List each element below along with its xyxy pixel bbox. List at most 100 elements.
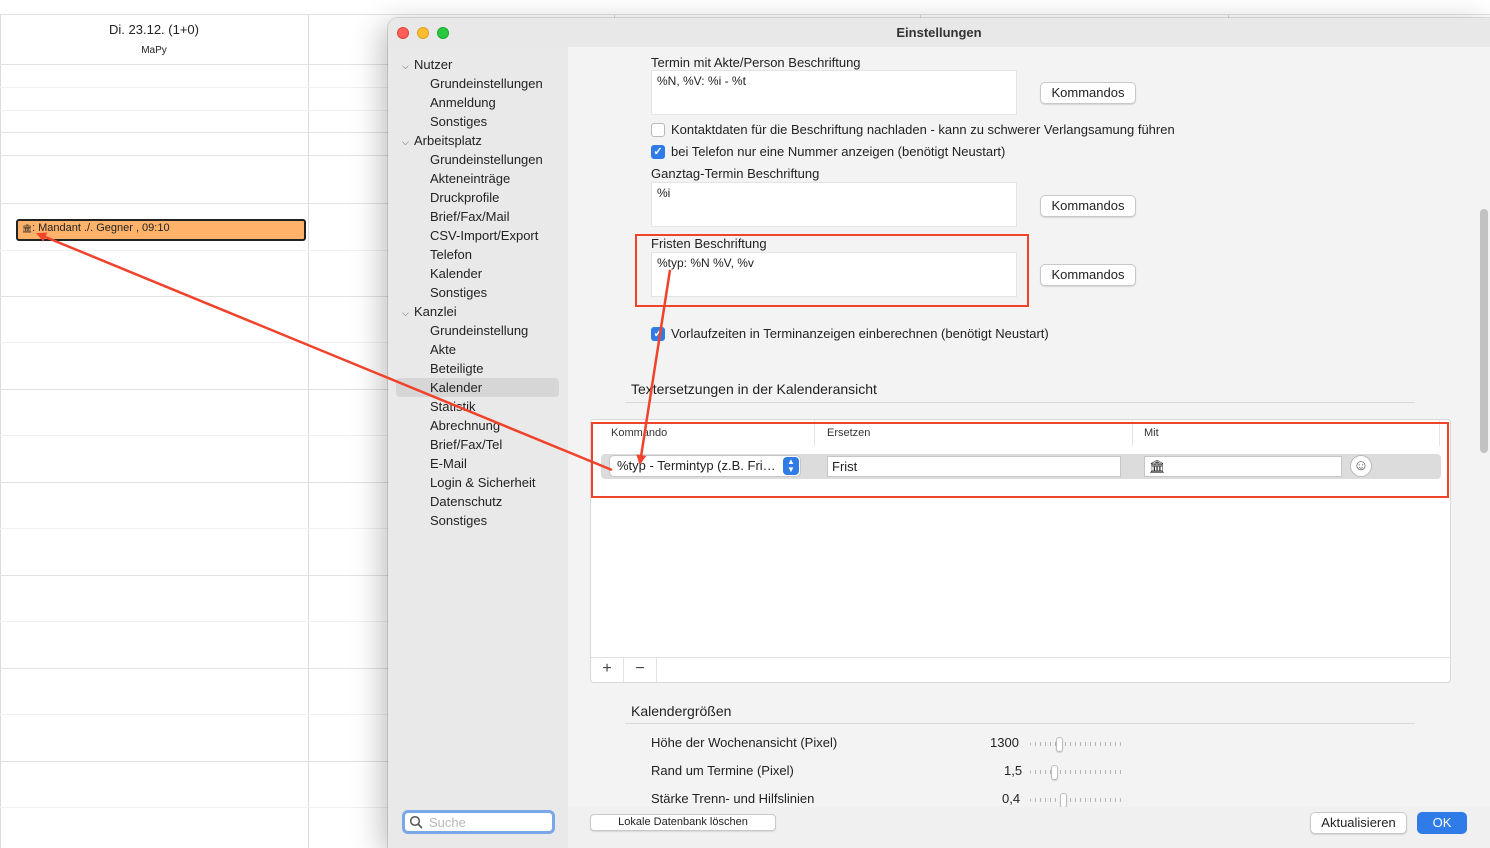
sidebar-item-arbeitsplatz-sonstiges[interactable]: Sonstiges <box>388 283 568 302</box>
sidebar-item-nutzer-grundeinstellungen[interactable]: Grundeinstellungen <box>388 74 568 93</box>
sidebar-item-kanzlei-kalender[interactable]: Kalender <box>396 378 559 397</box>
window-title: Einstellungen <box>896 25 982 40</box>
vorlauf-checkbox[interactable]: ✓ <box>651 327 665 341</box>
sidebar-item-login-sicherheit[interactable]: Login & Sicherheit <box>388 473 568 492</box>
sidebar-item-statistik[interactable]: Statistik <box>388 397 568 416</box>
calendar-hour-line <box>0 714 390 715</box>
calendar-hour-line <box>0 64 390 65</box>
calendar-hour-line <box>0 87 390 88</box>
calendar-hour-line <box>0 528 390 529</box>
sidebar-search[interactable] <box>402 810 555 834</box>
termin-label: Termin mit Akte/Person Beschriftung <box>651 55 861 70</box>
vorlauf-checkbox-label: Vorlaufzeiten in Terminanzeigen einberec… <box>671 326 1049 341</box>
ganztag-textbox[interactable]: %i <box>651 182 1017 227</box>
termin-kommandos-button[interactable]: Kommandos <box>1040 82 1136 104</box>
refresh-button[interactable]: Aktualisieren <box>1310 812 1407 834</box>
size-label-rand: Rand um Termine (Pixel) <box>651 763 794 778</box>
sidebar-item-abrechnung[interactable]: Abrechnung <box>388 416 568 435</box>
calendar-hour-line <box>0 668 390 669</box>
calendar-column-line <box>308 14 309 848</box>
kalendergroessen-title: Kalendergrößen <box>631 703 732 719</box>
size-value-wochenansicht: 1300 <box>990 735 1019 750</box>
calendar-hour-line <box>0 110 390 111</box>
calendar-hour-line <box>0 155 390 156</box>
calendar-hour-line <box>0 389 390 390</box>
slider-knob[interactable] <box>1051 765 1058 780</box>
annotation-box-table-row <box>591 422 1449 498</box>
sidebar-item-e-mail[interactable]: E-Mail <box>388 454 568 473</box>
termin-textbox[interactable]: %N, %V: %i - %t <box>651 70 1017 115</box>
slider-track <box>1030 798 1122 802</box>
content-scrollbar[interactable] <box>1480 209 1488 453</box>
calendar-hour-line <box>0 621 390 622</box>
sidebar-item-arbeitsplatz-kalender[interactable]: Kalender <box>388 264 568 283</box>
rand-slider[interactable] <box>1030 765 1122 780</box>
delete-local-db-button[interactable]: Lokale Datenbank löschen <box>590 814 776 831</box>
calendar-hour-line <box>0 575 390 576</box>
calendar-hour-line <box>0 203 390 204</box>
sidebar-item-brief-fax-tel[interactable]: Brief/Fax/Tel <box>388 435 568 454</box>
sidebar-item-kanzlei-sonstiges[interactable]: Sonstiges <box>388 511 568 530</box>
size-label-wochenansicht: Höhe der Wochenansicht (Pixel) <box>651 735 838 750</box>
calendar-hour-line <box>0 482 390 483</box>
calendar-day-user: MaPy <box>141 45 167 56</box>
table-footer: + − <box>591 657 1450 682</box>
telefon-checkbox-label: bei Telefon nur eine Nummer anzeigen (be… <box>671 144 1006 159</box>
sidebar-item-arbeitsplatz-grundeinstellungen[interactable]: Grundeinstellungen <box>388 150 568 169</box>
fristen-kommandos-button[interactable]: Kommandos <box>1040 264 1136 286</box>
sidebar-item-nutzer-sonstiges[interactable]: Sonstiges <box>388 112 568 131</box>
section-divider <box>625 723 1415 724</box>
calendar-day-title: Di. 23.12. (1+0) <box>109 22 199 37</box>
calendar-hour-line <box>0 132 390 133</box>
sidebar-group-label: Arbeitsplatz <box>414 133 482 148</box>
sidebar-item-datenschutz[interactable]: Datenschutz <box>388 492 568 511</box>
settings-sidebar: ⌵ Nutzer Grundeinstellungen Anmeldung Son… <box>388 47 568 848</box>
search-input[interactable] <box>429 814 549 830</box>
sidebar-group-label: Kanzlei <box>414 304 457 319</box>
telefon-checkbox[interactable]: ✓ <box>651 145 665 159</box>
sidebar-item-druckprofile[interactable]: Druckprofile <box>388 188 568 207</box>
sidebar-item-brief-fax-mail[interactable]: Brief/Fax/Mail <box>388 207 568 226</box>
calendar-event[interactable]: 🏛: Mandant ./. Gegner , 09:10 <box>16 219 306 241</box>
calendar-hour-line <box>0 435 390 436</box>
calendar-hour-line <box>0 807 390 808</box>
ganztag-label: Ganztag-Termin Beschriftung <box>651 166 820 181</box>
slider-knob[interactable] <box>1060 793 1067 807</box>
calendar-hour-line <box>0 296 390 297</box>
remove-row-button[interactable]: − <box>624 658 657 682</box>
sidebar-item-beteiligte[interactable]: Beteiligte <box>388 359 568 378</box>
textersetzungen-title: Textersetzungen in der Kalenderansicht <box>631 381 877 397</box>
sidebar-group-arbeitsplatz[interactable]: ⌵ Arbeitsplatz <box>388 131 568 150</box>
annotation-box-fristen <box>635 234 1029 307</box>
calendar-hour-line <box>0 342 390 343</box>
calendar-event-text: : Mandant ./. Gegner , 09:10 <box>32 222 170 234</box>
sidebar-item-csv-import-export[interactable]: CSV-Import/Export <box>388 226 568 245</box>
sidebar-group-kanzlei[interactable]: ⌵ Kanzlei <box>388 302 568 321</box>
section-divider <box>625 402 1415 403</box>
size-label-linien: Stärke Trenn- und Hilfslinien <box>651 791 815 806</box>
slider-knob[interactable] <box>1056 737 1063 752</box>
sidebar-group-nutzer[interactable]: ⌵ Nutzer <box>388 55 568 74</box>
window-titlebar[interactable]: Einstellungen <box>388 18 1490 47</box>
sidebar-item-akteneintraege[interactable]: Akteneinträge <box>388 169 568 188</box>
calendar-hour-line <box>0 761 390 762</box>
calendar-day-header[interactable]: Di. 23.12. (1+0) MaPy <box>0 14 308 64</box>
ganztag-kommandos-button[interactable]: Kommandos <box>1040 195 1136 217</box>
calendar-hour-line <box>0 250 390 251</box>
ok-button[interactable]: OK <box>1417 812 1467 834</box>
wochenansicht-slider[interactable] <box>1030 737 1122 752</box>
sidebar-item-telefon[interactable]: Telefon <box>388 245 568 264</box>
kontakt-checkbox-label: Kontaktdaten für die Beschriftung nachla… <box>671 122 1175 137</box>
sidebar-item-akte[interactable]: Akte <box>388 340 568 359</box>
sidebar-item-nutzer-anmeldung[interactable]: Anmeldung <box>388 93 568 112</box>
sidebar-group-label: Nutzer <box>414 57 453 72</box>
size-value-rand: 1,5 <box>1004 763 1023 778</box>
slider-track <box>1030 742 1122 746</box>
sidebar-item-kanzlei-grundeinstellung[interactable]: Grundeinstellung <box>388 321 568 340</box>
linien-slider[interactable] <box>1030 793 1122 807</box>
bank-icon: 🏛 <box>22 224 33 233</box>
kontakt-checkbox[interactable] <box>651 123 665 137</box>
add-row-button[interactable]: + <box>591 658 624 682</box>
search-icon <box>409 815 423 829</box>
calendar-column-line <box>0 14 1 848</box>
